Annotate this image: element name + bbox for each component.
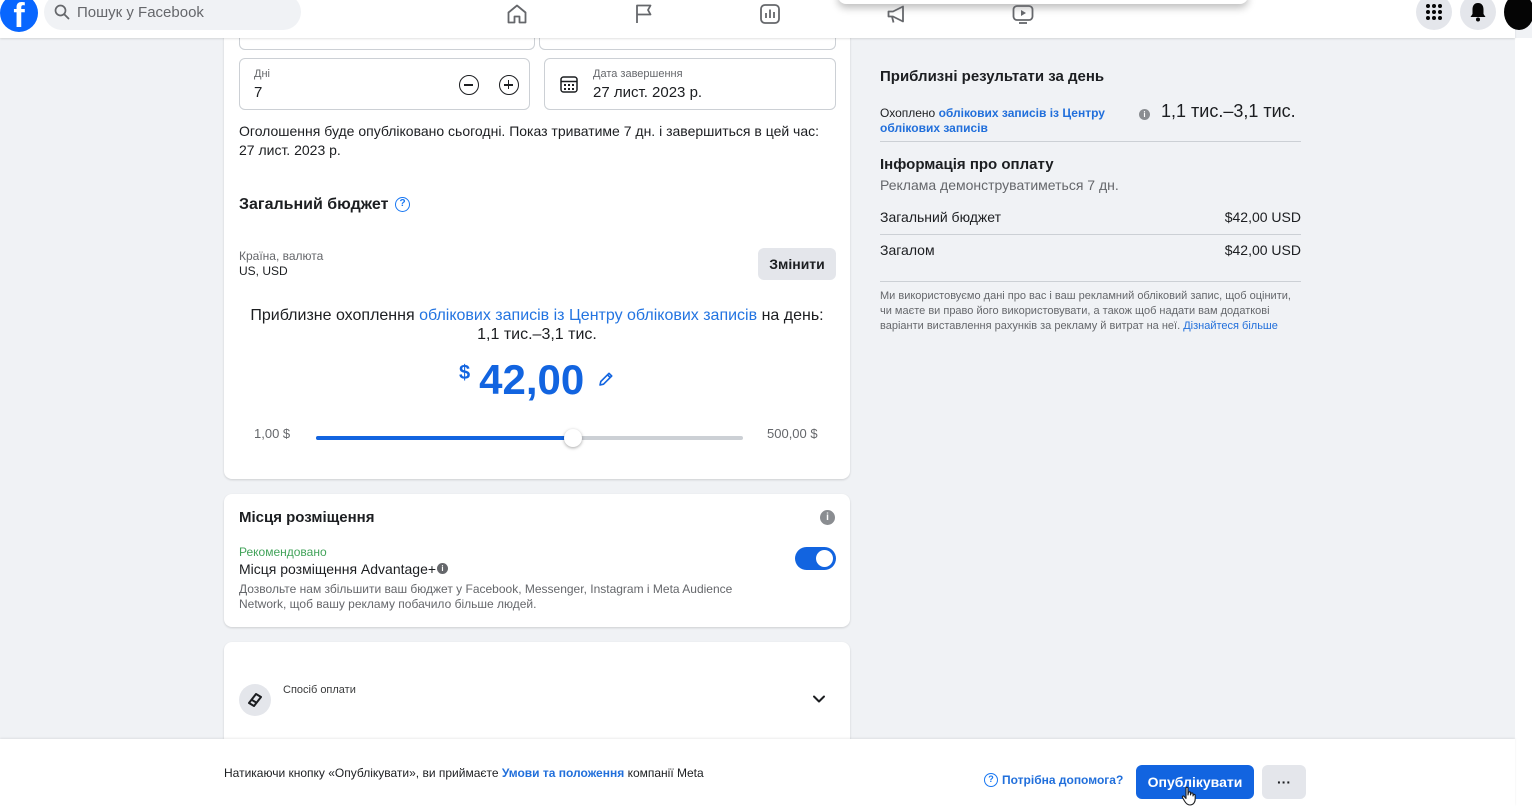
end-date-label: Дата завершення bbox=[593, 68, 683, 80]
grid-icon bbox=[1426, 4, 1442, 20]
summary-total-label: Загалом bbox=[880, 242, 935, 258]
help-icon[interactable]: ? bbox=[395, 197, 410, 212]
slider-min-label: 1,00 $ bbox=[254, 426, 291, 441]
terms-prefix: Натикаючи кнопку «Опублікувати», ви прий… bbox=[224, 766, 499, 780]
search-input[interactable] bbox=[77, 3, 287, 21]
budget-slider[interactable] bbox=[316, 429, 743, 447]
slider-max-label: 500,00 $ bbox=[767, 426, 818, 441]
menu-grid-button[interactable] bbox=[1416, 0, 1452, 30]
summary-divider bbox=[880, 141, 1301, 142]
notifications-button[interactable] bbox=[1460, 0, 1496, 30]
reach-prefix: Приблизне охоплення bbox=[250, 307, 415, 324]
bell-icon bbox=[1470, 3, 1486, 22]
placements-description: Дозвольте нам збільшити ваш бюджет у Fac… bbox=[239, 582, 733, 611]
summary-divider bbox=[880, 281, 1301, 282]
payment-icon-circle bbox=[239, 684, 271, 716]
daily-results-title: Приблизні результати за день bbox=[880, 68, 1105, 85]
currency-symbol: $ bbox=[459, 362, 471, 384]
reach-summary-prefix: Охоплено bbox=[880, 106, 936, 120]
chart-icon[interactable] bbox=[758, 2, 782, 26]
days-label: Дні bbox=[254, 68, 270, 80]
country-currency-label: Країна, валюта bbox=[239, 249, 324, 263]
days-value[interactable]: 7 bbox=[254, 84, 262, 101]
budget-value[interactable]: 42,00 bbox=[479, 356, 584, 403]
right-edge-strip bbox=[1515, 38, 1532, 806]
recommended-label: Рекомендовано bbox=[239, 545, 327, 559]
terms-suffix: компанії Meta bbox=[627, 766, 704, 780]
learn-more-link[interactable]: Дізнайтеся більше bbox=[1183, 320, 1278, 332]
placements-title: Місця розміщення bbox=[239, 509, 375, 526]
home-icon[interactable] bbox=[505, 2, 529, 26]
decrease-days-button[interactable] bbox=[459, 75, 479, 95]
help-link[interactable]: ? Потрібна допомога? bbox=[984, 773, 1123, 787]
budget-amount[interactable]: $42,00 bbox=[459, 356, 584, 404]
payment-info-title: Інформація про оплату bbox=[880, 156, 1054, 173]
chevron-down-icon[interactable] bbox=[812, 693, 826, 705]
avatar[interactable] bbox=[1504, 0, 1532, 30]
info-icon[interactable]: i bbox=[820, 510, 835, 525]
search-box[interactable] bbox=[44, 0, 301, 30]
estimated-reach-text: Приблизне охоплення облікових записів із… bbox=[240, 306, 834, 344]
search-icon bbox=[54, 4, 70, 20]
reach-summary-label: Охоплено облікових записів із Центру обл… bbox=[880, 106, 1130, 136]
accounts-center-link[interactable]: облікових записів із Центру облікових за… bbox=[419, 307, 757, 324]
reach-suffix: на день: bbox=[761, 307, 824, 324]
question-icon: ? bbox=[984, 773, 998, 787]
payment-method-label: Спосіб оплати bbox=[283, 684, 356, 696]
edit-pencil-icon[interactable] bbox=[597, 370, 615, 388]
advantage-placements-text: Місця розміщення Advantage+ bbox=[239, 561, 437, 577]
change-country-button[interactable]: Змінити bbox=[758, 248, 836, 280]
days-field[interactable] bbox=[239, 58, 530, 110]
summary-total-budget-value: $42,00 USD bbox=[1224, 209, 1301, 225]
facebook-logo[interactable]: f bbox=[0, 0, 38, 32]
summary-total-value: $42,00 USD bbox=[1224, 242, 1301, 258]
data-usage-disclaimer: Ми використовуємо дані про вас і ваш рек… bbox=[880, 289, 1304, 334]
payment-info-subtitle: Реклама демонструватиметься 7 дн. bbox=[880, 177, 1119, 193]
calendar-icon bbox=[560, 76, 578, 93]
help-link-label: Потрібна допомога? bbox=[1002, 773, 1124, 787]
country-currency-value: US, USD bbox=[239, 264, 288, 278]
hand-cursor-icon bbox=[1181, 786, 1196, 806]
summary-divider bbox=[880, 234, 1301, 235]
slider-fill bbox=[316, 436, 573, 440]
advantage-placements-label: Місця розміщення Advantage+ bbox=[239, 560, 436, 579]
terms-link[interactable]: Умови та положення bbox=[502, 766, 624, 780]
payment-icon bbox=[248, 693, 262, 707]
terms-text: Натикаючи кнопку «Опублікувати», ви прий… bbox=[224, 766, 704, 780]
total-budget-title: Загальний бюджет bbox=[239, 196, 389, 213]
top-navigation-bar: f bbox=[0, 0, 1532, 38]
reach-range: 1,1 тис.–3,1 тис. bbox=[477, 326, 597, 343]
advantage-info-icon[interactable]: i bbox=[437, 563, 448, 574]
video-icon[interactable] bbox=[1011, 2, 1035, 26]
megaphone-icon[interactable] bbox=[885, 2, 909, 26]
advantage-placements-toggle[interactable] bbox=[795, 547, 836, 570]
flag-icon[interactable] bbox=[632, 2, 656, 26]
slider-thumb[interactable] bbox=[563, 429, 582, 447]
reach-info-icon[interactable]: i bbox=[1139, 109, 1150, 120]
increase-days-button[interactable] bbox=[499, 75, 519, 95]
schedule-notice: Оголошення буде опубліковано сьогодні. П… bbox=[239, 123, 820, 158]
reach-summary-value: 1,1 тис.–3,1 тис. bbox=[1161, 101, 1296, 121]
summary-total-budget-label: Загальний бюджет bbox=[880, 209, 1002, 225]
more-options-button[interactable]: ··· bbox=[1262, 765, 1306, 799]
end-date-value[interactable]: 27 лист. 2023 р. bbox=[593, 84, 702, 101]
